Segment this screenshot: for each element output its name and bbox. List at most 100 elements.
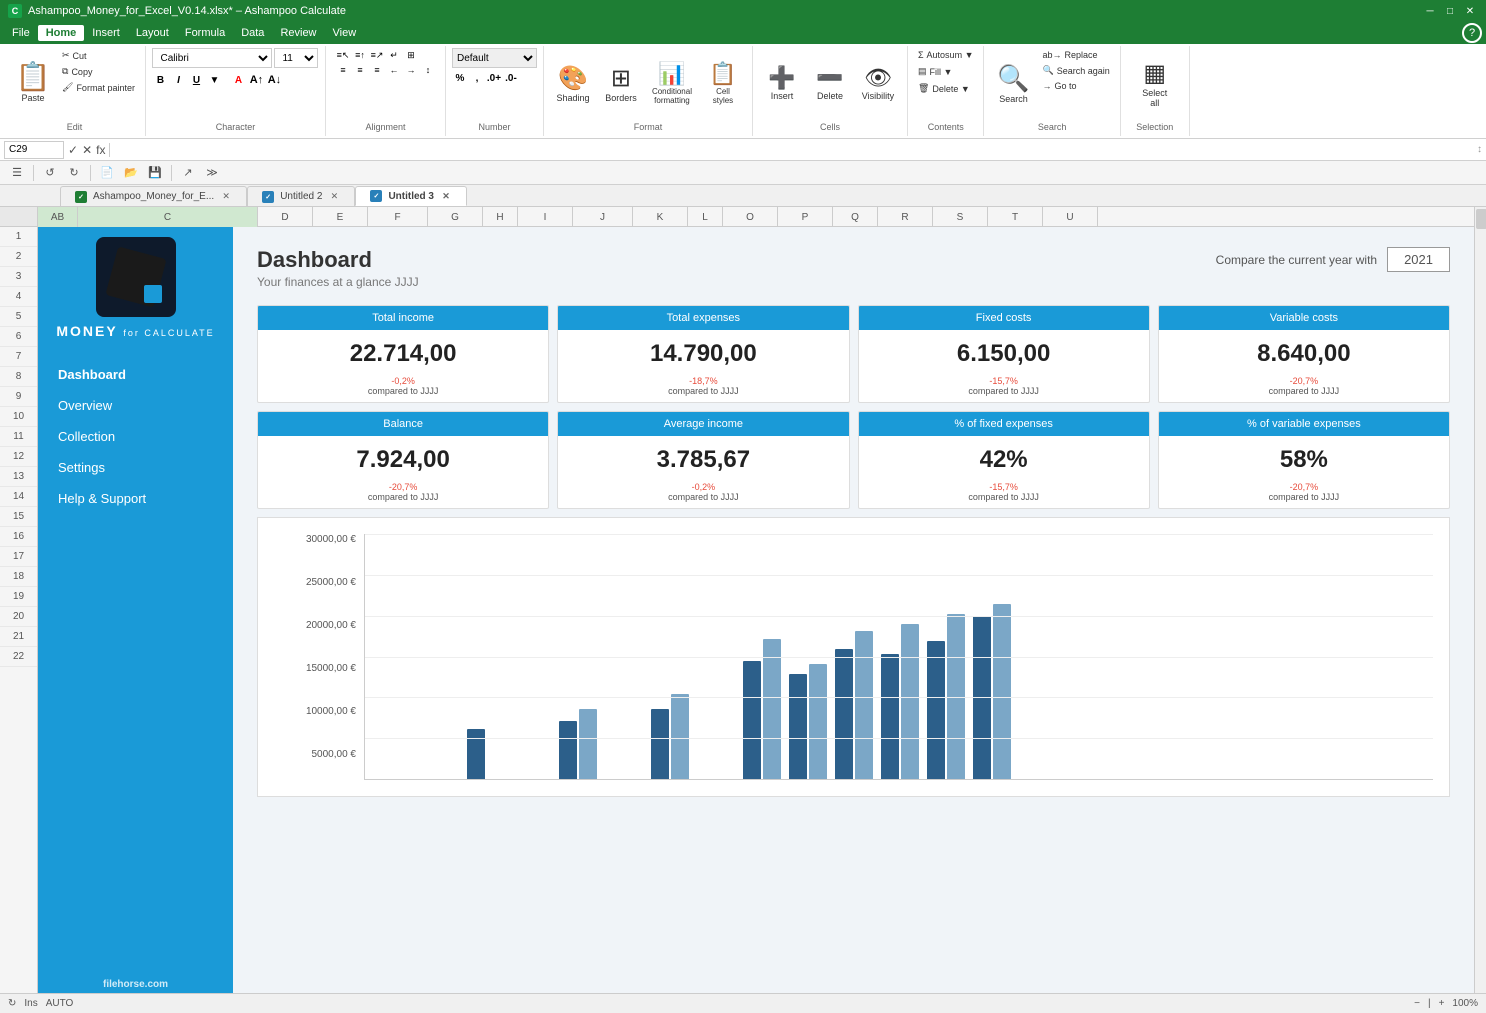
col-header-K[interactable]: K bbox=[633, 207, 688, 227]
percent-btn[interactable]: % bbox=[452, 70, 468, 86]
text-dir-btn[interactable]: ↕ bbox=[420, 63, 436, 77]
sidebar-nav-help[interactable]: Help & Support bbox=[38, 483, 233, 514]
shading-button[interactable]: 🎨 Shading bbox=[550, 48, 596, 118]
status-zoom-in-btn[interactable]: + bbox=[1439, 998, 1445, 1009]
sidebar-nav-dashboard[interactable]: Dashboard bbox=[38, 359, 233, 390]
border-btn[interactable]: ▼ bbox=[206, 72, 222, 88]
autosum-button[interactable]: Σ Autosum ▼ bbox=[914, 48, 978, 62]
indent-inc-btn[interactable]: → bbox=[403, 63, 419, 77]
col-header-L[interactable]: L bbox=[688, 207, 723, 227]
increase-font-btn[interactable]: A↑ bbox=[248, 72, 264, 88]
align-top-right-btn[interactable]: ≡↗ bbox=[369, 48, 385, 62]
col-header-S[interactable]: S bbox=[933, 207, 988, 227]
replace-button[interactable]: ab→ Replace bbox=[1038, 48, 1113, 62]
status-refresh-btn[interactable]: ↻ bbox=[8, 998, 16, 1009]
open-btn[interactable]: 📂 bbox=[120, 163, 142, 183]
bold-button[interactable]: B bbox=[152, 72, 168, 88]
menu-home[interactable]: Home bbox=[38, 25, 85, 41]
new-btn[interactable]: 📄 bbox=[96, 163, 118, 183]
cell-reference-input[interactable] bbox=[4, 141, 64, 159]
scrollbar-thumb[interactable] bbox=[1476, 209, 1486, 229]
borders-button[interactable]: ⊞ Borders bbox=[598, 48, 644, 118]
help-btn[interactable]: ? bbox=[1462, 23, 1482, 43]
sheet-tab-3[interactable]: ✓ Untitled 3 ✕ bbox=[355, 186, 467, 206]
menu-review[interactable]: Review bbox=[272, 25, 324, 41]
undo-btn[interactable]: ↺ bbox=[39, 163, 61, 183]
formula-equals-btn[interactable]: fx bbox=[96, 143, 105, 157]
copy-button[interactable]: ⧉ Copy bbox=[58, 64, 139, 79]
delete-content-button[interactable]: 🗑 Delete ▼ bbox=[914, 81, 974, 96]
cut-button[interactable]: ✂ Cut bbox=[58, 48, 139, 63]
menu-layout[interactable]: Layout bbox=[128, 25, 177, 41]
font-color-btn[interactable]: A bbox=[230, 72, 246, 88]
col-header-T[interactable]: T bbox=[988, 207, 1043, 227]
status-zoom-out-btn[interactable]: − bbox=[1414, 998, 1420, 1009]
search-button[interactable]: 🔍 Search bbox=[990, 48, 1036, 118]
dec-dec-btn[interactable]: .0- bbox=[503, 70, 519, 86]
minimize-btn[interactable]: ─ bbox=[1422, 4, 1438, 18]
select-all-button[interactable]: ▦ Selectall bbox=[1127, 48, 1183, 118]
menu-formula[interactable]: Formula bbox=[177, 25, 233, 41]
menu-view[interactable]: View bbox=[325, 25, 365, 41]
col-header-AB[interactable]: AB bbox=[38, 207, 78, 227]
vertical-scrollbar[interactable] bbox=[1474, 207, 1486, 998]
menu-toggle-btn[interactable]: ☰ bbox=[6, 163, 28, 183]
col-header-R[interactable]: R bbox=[878, 207, 933, 227]
align-center-btn[interactable]: ≡ bbox=[352, 63, 368, 77]
sidebar-nav-collection[interactable]: Collection bbox=[38, 421, 233, 452]
merge-btn[interactable]: ⊞ bbox=[403, 48, 419, 62]
col-header-E[interactable]: E bbox=[313, 207, 368, 227]
align-right-btn[interactable]: ≡ bbox=[369, 63, 385, 77]
align-top-left-btn[interactable]: ≡↖ bbox=[335, 48, 351, 62]
formula-tick-btn[interactable]: ✓ bbox=[68, 143, 78, 157]
comma-btn[interactable]: , bbox=[469, 70, 485, 86]
number-format-select[interactable]: Default bbox=[452, 48, 537, 68]
sheet-tab-2-close[interactable]: ✕ bbox=[328, 191, 340, 203]
format-painter-button[interactable]: 🖌 Format painter bbox=[58, 80, 139, 95]
sheet-tab-1-close[interactable]: ✕ bbox=[220, 191, 232, 203]
conditional-formatting-button[interactable]: 📊 Conditionalformatting bbox=[646, 48, 698, 118]
redo-btn[interactable]: ↻ bbox=[63, 163, 85, 183]
col-header-U[interactable]: U bbox=[1043, 207, 1098, 227]
paste-button[interactable]: 📋 Paste bbox=[10, 48, 56, 118]
font-size-select[interactable]: 11 bbox=[274, 48, 318, 68]
col-header-C[interactable]: C bbox=[78, 207, 258, 227]
col-header-Q[interactable]: Q bbox=[833, 207, 878, 227]
sheet-tab-3-close[interactable]: ✕ bbox=[440, 190, 452, 202]
indent-dec-btn[interactable]: ← bbox=[386, 63, 402, 77]
save-btn[interactable]: 💾 bbox=[144, 163, 166, 183]
close-btn[interactable]: ✕ bbox=[1462, 4, 1478, 18]
italic-button[interactable]: I bbox=[170, 72, 186, 88]
formula-cross-btn[interactable]: ✕ bbox=[82, 143, 92, 157]
sidebar-nav-settings[interactable]: Settings bbox=[38, 452, 233, 483]
font-family-select[interactable]: Calibri bbox=[152, 48, 272, 68]
underline-button[interactable]: U bbox=[188, 72, 204, 88]
col-header-P[interactable]: P bbox=[778, 207, 833, 227]
formula-input[interactable] bbox=[114, 143, 1473, 157]
sidebar-nav-overview[interactable]: Overview bbox=[38, 390, 233, 421]
sheet-tab-1[interactable]: ✓ Ashampoo_Money_for_E... ✕ bbox=[60, 186, 247, 206]
align-left-btn[interactable]: ≡ bbox=[335, 63, 351, 77]
col-header-D[interactable]: D bbox=[258, 207, 313, 227]
extra-btn[interactable]: ≫ bbox=[201, 163, 223, 183]
insert-button[interactable]: ➕ Insert bbox=[759, 48, 805, 118]
menu-file[interactable]: File bbox=[4, 25, 38, 41]
goto-button[interactable]: → Go to bbox=[1038, 79, 1113, 93]
dec-inc-btn[interactable]: .0+ bbox=[486, 70, 502, 86]
wrap-btn[interactable]: ↵ bbox=[386, 48, 402, 62]
col-header-H[interactable]: H bbox=[483, 207, 518, 227]
fill-button[interactable]: ▤ Fill ▼ bbox=[914, 64, 956, 79]
visibility-button[interactable]: 👁 Visibility bbox=[855, 48, 901, 118]
col-header-J[interactable]: J bbox=[573, 207, 633, 227]
col-header-O[interactable]: O bbox=[723, 207, 778, 227]
maximize-btn[interactable]: □ bbox=[1442, 4, 1458, 18]
col-header-G[interactable]: G bbox=[428, 207, 483, 227]
decrease-font-btn[interactable]: A↓ bbox=[266, 72, 282, 88]
arrow-tool-btn[interactable]: ↗ bbox=[177, 163, 199, 183]
align-top-center-btn[interactable]: ≡↑ bbox=[352, 48, 368, 62]
menu-insert[interactable]: Insert bbox=[84, 25, 128, 41]
menu-data[interactable]: Data bbox=[233, 25, 272, 41]
search-again-button[interactable]: 🔍 Search again bbox=[1038, 63, 1113, 78]
cell-styles-button[interactable]: 📋 Cellstyles bbox=[700, 48, 746, 118]
year-box[interactable]: 2021 bbox=[1387, 247, 1450, 272]
